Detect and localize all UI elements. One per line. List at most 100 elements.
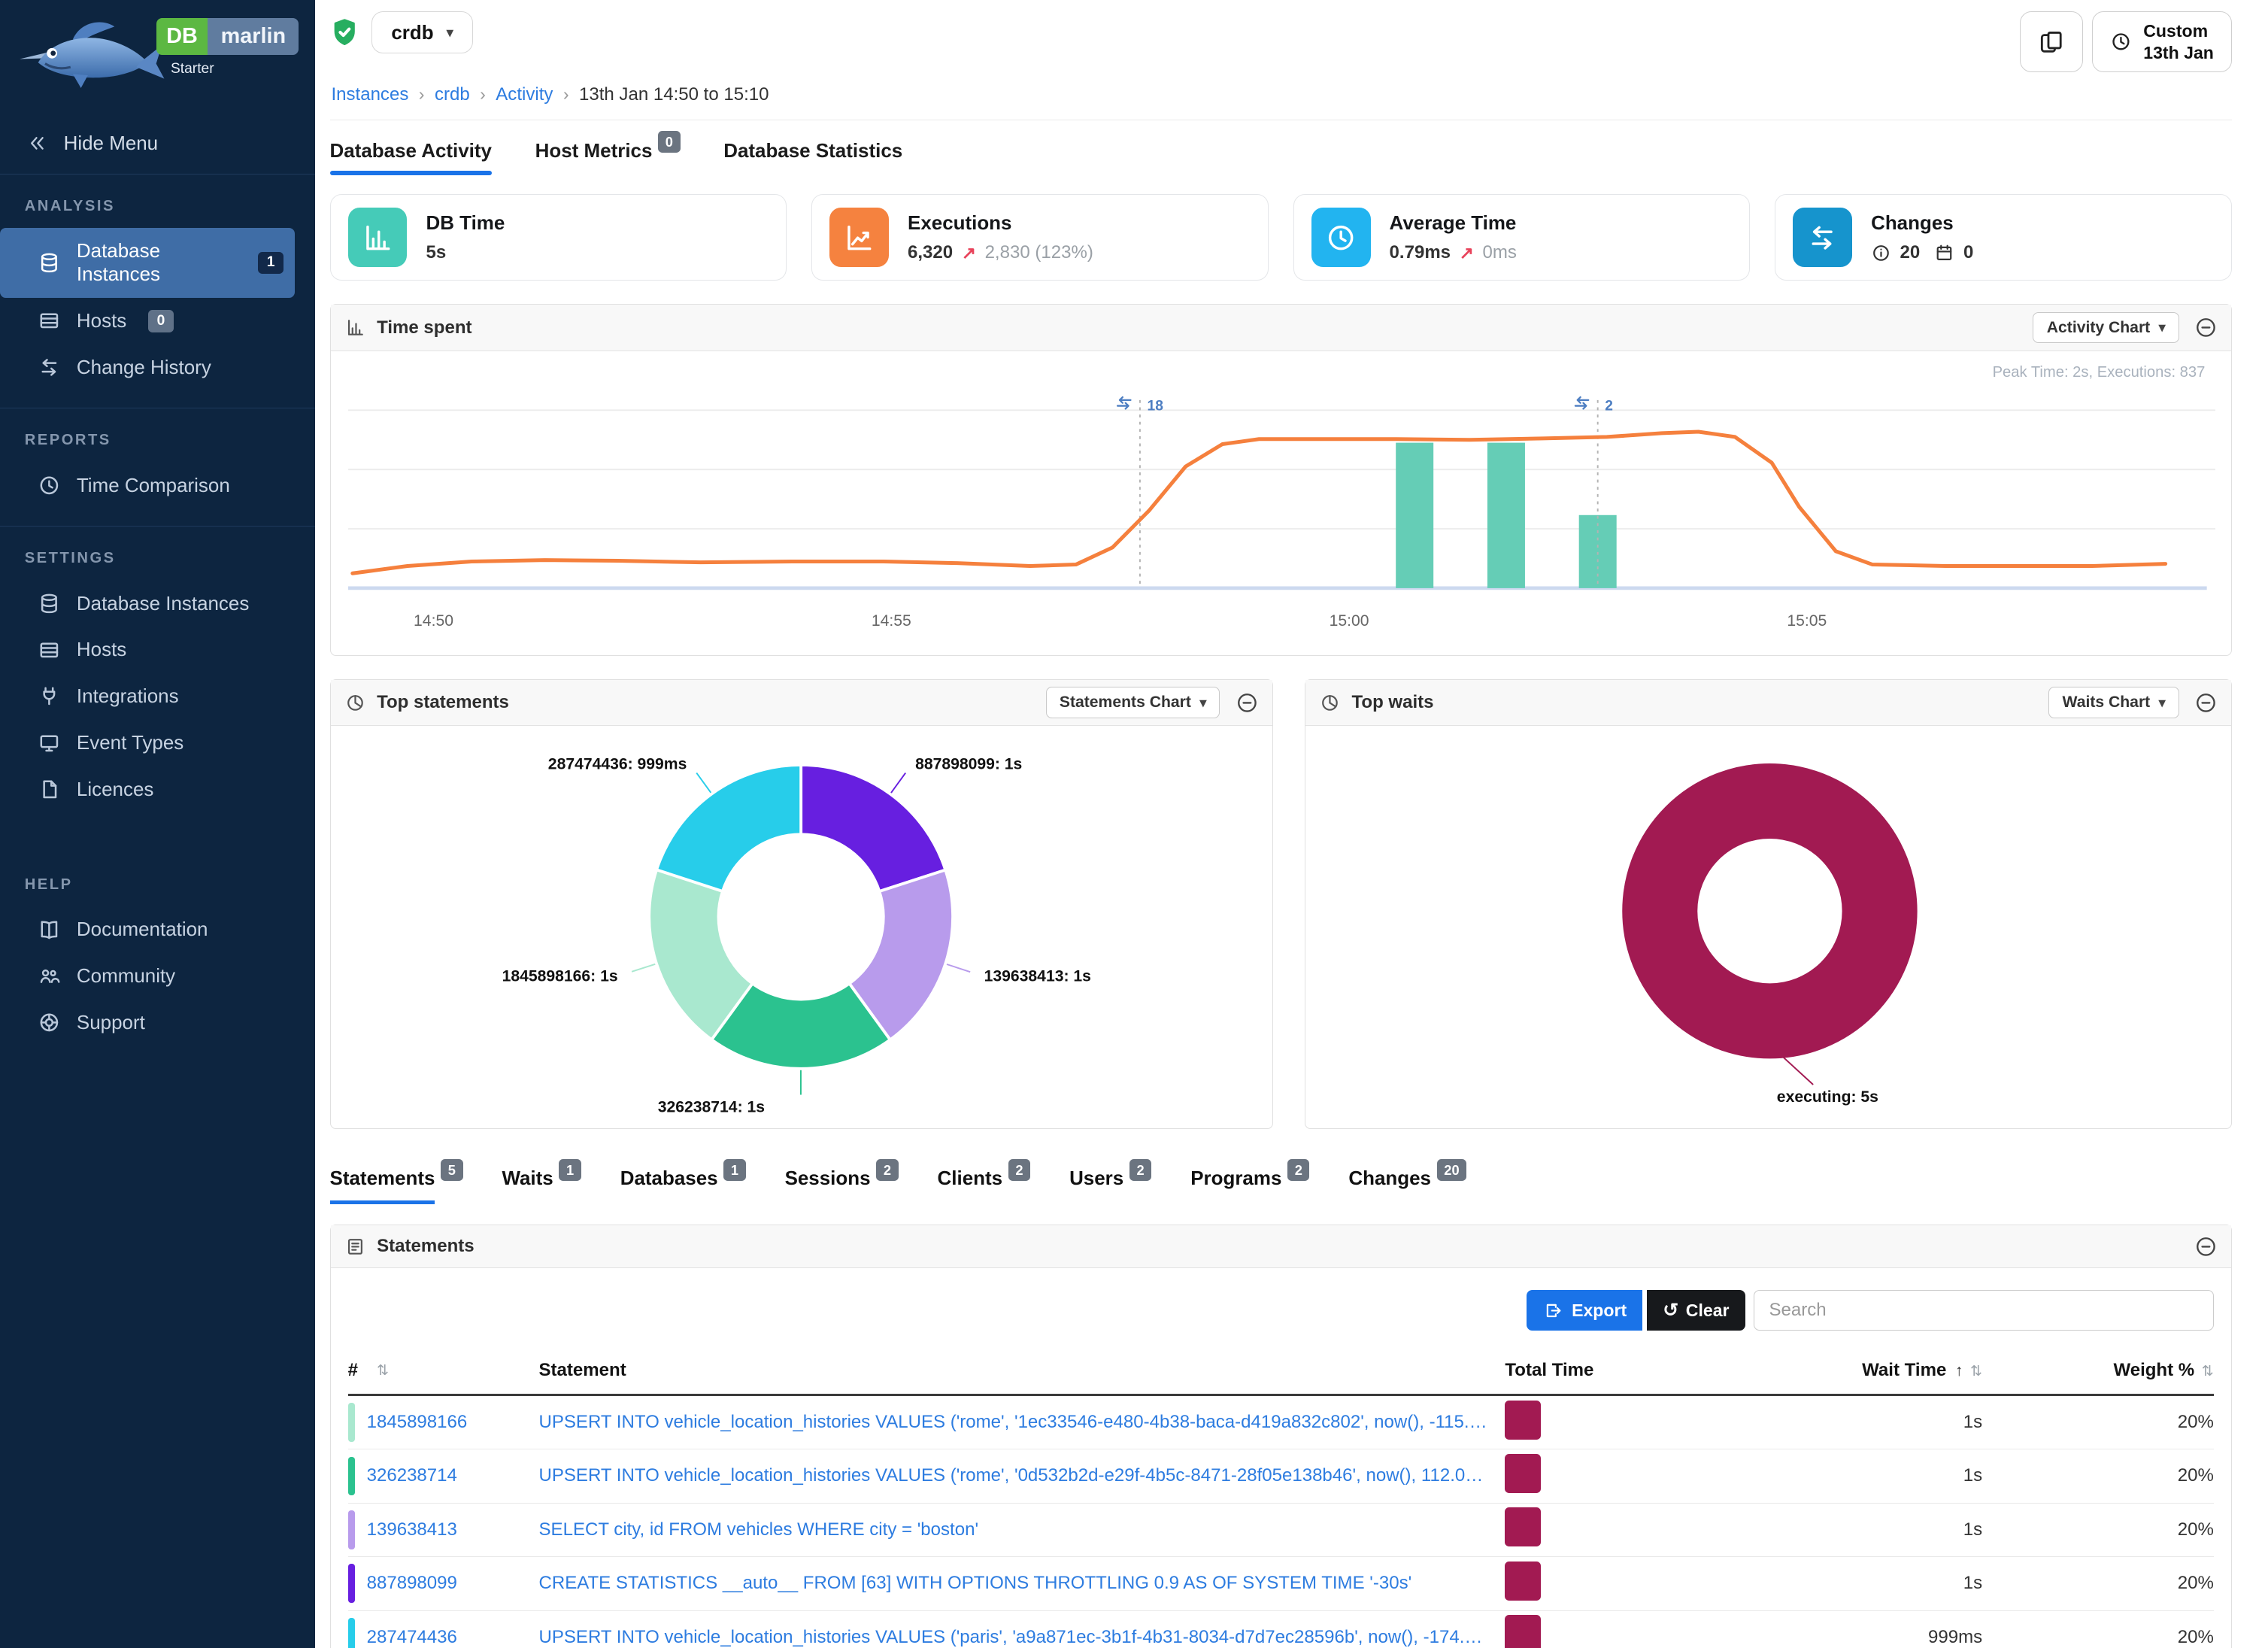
breadcrumb-link[interactable]: crdb bbox=[435, 84, 470, 105]
tab-users[interactable]: Users2 bbox=[1069, 1164, 1151, 1203]
pie-chart-icon bbox=[1320, 693, 1340, 713]
copy-button[interactable] bbox=[2020, 11, 2084, 72]
sort-asc-icon[interactable]: ↑ bbox=[1955, 1362, 1963, 1379]
sort-icon[interactable]: ⇅ bbox=[377, 1361, 389, 1379]
statement-id-link[interactable]: 326238714 bbox=[367, 1465, 457, 1486]
swap-icon bbox=[38, 356, 61, 379]
statement-id-link[interactable]: 887898099 bbox=[367, 1573, 457, 1594]
metric-cards: DB Time5sExecutions6,320↗2,830 (123%)Ave… bbox=[330, 194, 2232, 281]
column-total-time[interactable]: Total Time bbox=[1505, 1360, 1707, 1381]
column-weight[interactable]: Weight %⇅ bbox=[1982, 1360, 2214, 1381]
statement-link[interactable]: UPSERT INTO vehicle_location_histories V… bbox=[539, 1465, 1505, 1486]
clear-button[interactable]: ↺ Clear bbox=[1647, 1290, 1745, 1331]
tab-sessions[interactable]: Sessions2 bbox=[785, 1164, 899, 1203]
sidebar-item-database-instances[interactable]: Database Instances bbox=[0, 580, 315, 627]
sidebar-item-database-instances[interactable]: Database Instances1 bbox=[0, 228, 295, 298]
statement-link[interactable]: CREATE STATISTICS __auto__ FROM [63] WIT… bbox=[539, 1573, 1505, 1594]
sidebar-item-label: Event Types bbox=[77, 731, 183, 754]
card-value: 5s bbox=[426, 242, 446, 263]
breadcrumb-separator: › bbox=[563, 84, 569, 104]
sidebar-item-hosts[interactable]: Hosts bbox=[0, 627, 315, 673]
count-badge: 5 bbox=[441, 1159, 462, 1181]
tab-changes[interactable]: Changes20 bbox=[1348, 1164, 1466, 1203]
breadcrumb-link[interactable]: Activity bbox=[496, 84, 553, 105]
swap-icon bbox=[1793, 208, 1852, 267]
sidebar-item-community[interactable]: Community bbox=[0, 953, 315, 1000]
book-icon bbox=[38, 918, 61, 942]
collapse-icon[interactable] bbox=[2195, 317, 2217, 338]
statements-chart-select[interactable]: Statements Chart▾ bbox=[1046, 687, 1220, 718]
sidebar-item-hosts[interactable]: Hosts0 bbox=[0, 298, 315, 344]
sort-icon[interactable]: ⇅ bbox=[1970, 1364, 1982, 1379]
logo[interactable]: DBmarlin Starter bbox=[0, 0, 315, 113]
sidebar-item-time-comparison[interactable]: Time Comparison bbox=[0, 462, 315, 508]
sidebar-item-event-types[interactable]: Event Types bbox=[0, 720, 315, 766]
statement-link[interactable]: UPSERT INTO vehicle_location_histories V… bbox=[539, 1627, 1505, 1648]
card-delta: 0ms bbox=[1482, 242, 1516, 263]
tab-database-statistics[interactable]: Database Statistics bbox=[723, 139, 902, 175]
tab-host-metrics[interactable]: Host Metrics0 bbox=[535, 139, 681, 175]
total-time-bar bbox=[1505, 1507, 1541, 1546]
panel-title: Top waits bbox=[1352, 692, 1434, 713]
svg-text:15:05: 15:05 bbox=[1787, 612, 1827, 630]
statements-table: #⇅StatementTotal TimeWait Time↑⇅Weight %… bbox=[331, 1345, 2231, 1648]
svg-text:287474436: 999ms: 287474436: 999ms bbox=[547, 756, 687, 773]
instance-selector[interactable]: crdb ▾ bbox=[371, 11, 472, 53]
collapse-icon[interactable] bbox=[2195, 692, 2217, 714]
tab-statements[interactable]: Statements5 bbox=[330, 1164, 463, 1203]
count-badge: 2 bbox=[1008, 1159, 1030, 1181]
column-wait-time[interactable]: Wait Time↑⇅ bbox=[1708, 1360, 1982, 1381]
database-icon bbox=[38, 251, 61, 275]
statement-id-link[interactable]: 1845898166 bbox=[367, 1412, 468, 1433]
statements-panel: Statements Export ↺ Clear #⇅StatementTot… bbox=[330, 1225, 2232, 1648]
sidebar-item-documentation[interactable]: Documentation bbox=[0, 906, 315, 953]
statement-color-bar bbox=[348, 1457, 356, 1496]
sort-icon[interactable]: ⇅ bbox=[2202, 1364, 2214, 1379]
sidebar-item-label: Time Comparison bbox=[77, 474, 230, 497]
app-root: DBmarlin Starter Hide Menu ANALYSIS Datab… bbox=[0, 0, 2268, 1648]
column-statement[interactable]: Statement bbox=[539, 1360, 1505, 1381]
collapse-icon[interactable] bbox=[1236, 692, 1258, 714]
count-badge: 1 bbox=[559, 1159, 581, 1181]
statement-id-link[interactable]: 139638413 bbox=[367, 1519, 457, 1540]
sidebar-item-change-history[interactable]: Change History bbox=[0, 344, 315, 391]
sidebar-section-title: ANALYSIS bbox=[0, 198, 315, 215]
column-id[interactable]: #⇅ bbox=[348, 1360, 539, 1381]
statement-link[interactable]: SELECT city, id FROM vehicles WHERE city… bbox=[539, 1519, 1505, 1540]
activity-chart-select[interactable]: Activity Chart▾ bbox=[2033, 312, 2179, 343]
tab-clients[interactable]: Clients2 bbox=[938, 1164, 1031, 1203]
sidebar-item-support[interactable]: Support bbox=[0, 1000, 315, 1046]
chevron-down-icon: ▾ bbox=[2159, 695, 2166, 711]
sidebar-item-licences[interactable]: Licences bbox=[0, 766, 315, 812]
sidebar-item-label: Documentation bbox=[77, 918, 208, 941]
statement-link[interactable]: UPSERT INTO vehicle_location_histories V… bbox=[539, 1412, 1505, 1433]
count-badge: 2 bbox=[1287, 1159, 1309, 1181]
export-button[interactable]: Export bbox=[1527, 1290, 1642, 1331]
weight-value: 20% bbox=[1982, 1465, 2214, 1486]
panel-title: Time spent bbox=[377, 317, 471, 338]
statement-id-link[interactable]: 287474436 bbox=[367, 1627, 457, 1648]
metric-card-db-time: DB Time5s bbox=[330, 194, 787, 281]
tab-waits[interactable]: Waits1 bbox=[502, 1164, 581, 1203]
top-waits-panel: Top waits Waits Chart▾ executing: 5s bbox=[1305, 679, 2232, 1129]
total-time-bar bbox=[1505, 1454, 1541, 1493]
sidebar-item-integrations[interactable]: Integrations bbox=[0, 673, 315, 720]
collapse-icon[interactable] bbox=[2195, 1236, 2217, 1258]
statement-row: 287474436 UPSERT INTO vehicle_location_hi… bbox=[348, 1611, 2214, 1648]
tab-database-activity[interactable]: Database Activity bbox=[330, 139, 492, 175]
tab-databases[interactable]: Databases1 bbox=[620, 1164, 746, 1203]
card-title: Executions bbox=[908, 211, 1093, 235]
hide-menu-button[interactable]: Hide Menu bbox=[0, 113, 315, 174]
card-value: 0.79ms bbox=[1390, 242, 1451, 263]
breadcrumb-separator: › bbox=[419, 84, 425, 104]
svg-text:14:55: 14:55 bbox=[871, 612, 911, 630]
plug-icon bbox=[38, 684, 61, 708]
waits-chart-select[interactable]: Waits Chart▾ bbox=[2048, 687, 2179, 718]
wait-time-value: 1s bbox=[1708, 1519, 1982, 1540]
tab-programs[interactable]: Programs2 bbox=[1190, 1164, 1309, 1203]
search-input[interactable] bbox=[1754, 1290, 2214, 1331]
card-title: Average Time bbox=[1390, 211, 1517, 235]
breadcrumb-link[interactable]: Instances bbox=[331, 84, 408, 105]
edition-label: Starter bbox=[171, 61, 299, 77]
time-range-button[interactable]: Custom 13th Jan bbox=[2092, 11, 2232, 72]
